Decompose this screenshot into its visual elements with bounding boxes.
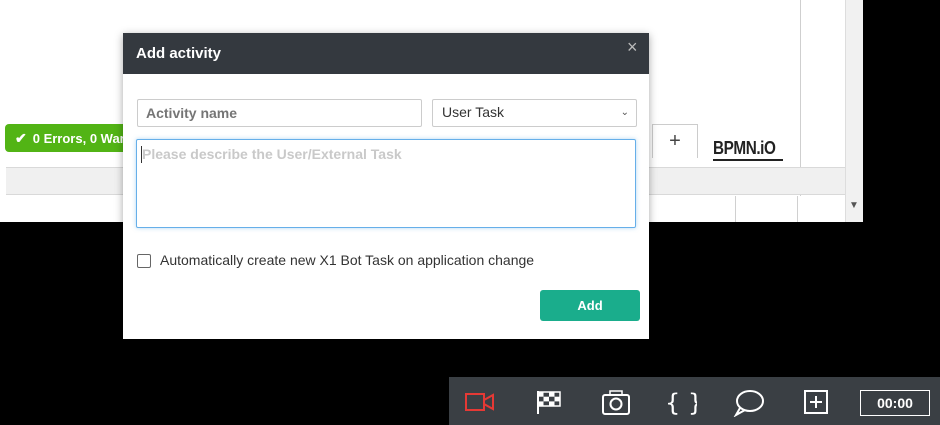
- activity-name-input[interactable]: [137, 99, 422, 127]
- auto-create-label: Automatically create new X1 Bot Task on …: [160, 252, 535, 268]
- plus-square-icon[interactable]: [799, 387, 833, 417]
- status-badge[interactable]: ✔ 0 Errors, 0 Warnings: [5, 124, 135, 152]
- camera-icon[interactable]: [599, 387, 633, 417]
- dialog-header: Add activity ×: [123, 33, 649, 74]
- braces-icon[interactable]: { }: [663, 387, 703, 417]
- add-tab-button[interactable]: +: [652, 124, 698, 158]
- add-activity-dialog: Add activity × User Task ⌄ Please descri…: [123, 33, 649, 339]
- checkered-flag-icon[interactable]: [532, 387, 566, 417]
- lower-divider: [797, 196, 798, 222]
- activity-type-select[interactable]: User Task ⌄: [432, 99, 637, 127]
- timer-display: 00:00: [860, 390, 930, 416]
- scrollbar[interactable]: [845, 0, 863, 222]
- auto-create-checkbox[interactable]: [137, 254, 151, 268]
- svg-text:{ }: { }: [665, 389, 697, 417]
- lower-divider: [735, 196, 736, 222]
- close-icon[interactable]: ×: [627, 37, 638, 58]
- add-button[interactable]: Add: [540, 290, 640, 321]
- speech-bubble-icon[interactable]: [732, 387, 766, 418]
- chevron-down-icon: ⌄: [620, 107, 629, 118]
- checkmark-icon: ✔: [15, 130, 27, 146]
- description-placeholder: Please describe the User/External Task: [142, 146, 402, 162]
- description-textarea[interactable]: Please describe the User/External Task: [136, 139, 636, 228]
- activity-type-value: User Task: [442, 104, 504, 120]
- bpmn-logo[interactable]: BPMN.iO: [713, 138, 776, 159]
- dialog-title: Add activity: [136, 45, 222, 62]
- scroll-down-icon[interactable]: ▼: [849, 200, 859, 211]
- status-text: 0 Errors, 0 Warnings: [32, 131, 135, 146]
- video-camera-icon[interactable]: [463, 387, 497, 417]
- logo-underline: [713, 159, 783, 161]
- recording-toolbar: { } 00:00: [449, 377, 940, 425]
